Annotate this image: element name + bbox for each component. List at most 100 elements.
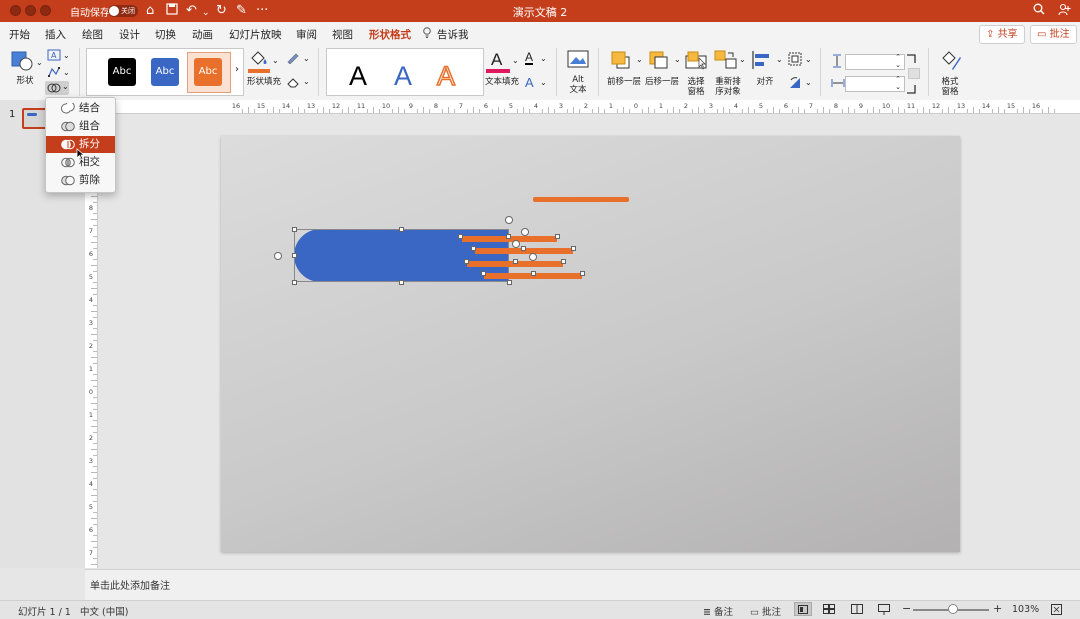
pen-icon[interactable] <box>286 52 300 67</box>
shape-style-blue[interactable]: Abc <box>151 58 179 86</box>
eraser-icon[interactable] <box>286 76 300 91</box>
text-box-icon[interactable]: A <box>47 49 61 64</box>
zoom-in-icon[interactable]: + <box>993 602 1002 615</box>
bring-forward-dropdown-icon[interactable]: ⌄ <box>636 55 643 64</box>
resize-handle-bl[interactable] <box>292 280 297 285</box>
outline-dropdown-icon[interactable]: ⌄ <box>303 54 310 63</box>
reorder-icon[interactable] <box>714 50 738 73</box>
share-button[interactable]: ⇪ 共享 <box>979 25 1025 44</box>
tab-draw[interactable]: 绘图 <box>82 27 103 42</box>
notes-toggle-button[interactable]: ≣ 备注 <box>703 604 733 618</box>
height-input[interactable]: ⌃ ⌄ <box>845 53 905 70</box>
shape-style-black[interactable]: Abc <box>108 58 136 86</box>
resize-handle[interactable] <box>531 271 536 276</box>
width-spin-down[interactable]: ⌄ <box>895 83 901 91</box>
resize-handle[interactable] <box>458 234 463 239</box>
edit-shape-icon[interactable] <box>47 66 61 81</box>
height-spin-down[interactable]: ⌄ <box>895 61 901 69</box>
reading-view-icon[interactable] <box>851 604 863 617</box>
resize-handle[interactable] <box>571 246 576 251</box>
group-icon[interactable] <box>788 52 802 69</box>
resize-handle[interactable] <box>513 259 518 264</box>
resize-handle-b[interactable] <box>399 280 404 285</box>
rotate-handle[interactable] <box>505 216 513 224</box>
rotate-handle-blue[interactable] <box>274 252 282 260</box>
edit-shape-dropdown-icon[interactable]: ⌄ <box>63 68 70 77</box>
tab-animations[interactable]: 动画 <box>192 27 213 42</box>
align-dropdown-icon[interactable]: ⌄ <box>776 55 783 64</box>
resize-handle-tl[interactable] <box>292 227 297 232</box>
orange-bar[interactable] <box>515 261 563 267</box>
rotate-dropdown-icon[interactable]: ⌄ <box>805 78 812 87</box>
notes-pane[interactable]: 单击此处添加备注 <box>85 569 1080 600</box>
zoom-level[interactable]: 103% <box>1012 604 1039 615</box>
resize-handle-br[interactable] <box>507 280 512 285</box>
resize-handle-t[interactable] <box>399 227 404 232</box>
lock-aspect-checkbox[interactable] <box>908 68 920 79</box>
resize-handle[interactable] <box>506 234 511 239</box>
height-spin-up[interactable]: ⌃ <box>895 53 901 61</box>
merge-shapes-button[interactable]: ⌄ <box>45 81 69 95</box>
menu-item-subtract[interactable]: 剪除 <box>46 172 115 189</box>
zoom-out-icon[interactable]: − <box>902 602 911 615</box>
tab-view[interactable]: 视图 <box>332 27 353 42</box>
text-outline-dropdown-icon[interactable]: ⌄ <box>540 54 547 63</box>
wordart-black[interactable]: A <box>349 61 367 91</box>
tab-slideshow[interactable]: 幻灯片放映 <box>229 27 282 42</box>
alt-text-icon[interactable] <box>567 50 589 71</box>
crop-icon[interactable] <box>906 54 916 67</box>
bring-forward-icon[interactable] <box>610 50 632 73</box>
text-fill-icon[interactable]: A <box>491 50 502 70</box>
orange-bar[interactable] <box>462 236 510 242</box>
rotate-handle[interactable] <box>512 240 520 248</box>
resize-handle[interactable] <box>580 271 585 276</box>
shapes-icon[interactable] <box>10 50 34 75</box>
menu-item-combine[interactable]: 组合 <box>46 118 115 135</box>
orange-bar[interactable] <box>475 248 525 254</box>
tab-home[interactable]: 开始 <box>9 27 30 42</box>
resize-handle[interactable] <box>521 246 526 251</box>
effects-dropdown-icon[interactable]: ⌄ <box>303 77 310 86</box>
orange-line-shape[interactable] <box>533 197 629 202</box>
tab-review[interactable]: 审阅 <box>296 27 317 42</box>
group-dropdown-icon[interactable]: ⌄ <box>805 55 812 64</box>
send-backward-dropdown-icon[interactable]: ⌄ <box>674 55 681 64</box>
comments-toggle-button[interactable]: ▭ 批注 <box>750 604 781 618</box>
selection-pane-icon[interactable] <box>685 50 707 73</box>
resize-handle[interactable] <box>471 246 476 251</box>
search-icon[interactable] <box>1033 3 1045 20</box>
text-effect-icon[interactable]: A <box>525 75 534 90</box>
format-pane-icon[interactable] <box>940 49 962 74</box>
resize-handle[interactable] <box>555 234 560 239</box>
orange-bar[interactable] <box>467 261 515 267</box>
text-effect-dropdown-icon[interactable]: ⌄ <box>540 78 547 87</box>
wordart-blue[interactable]: A <box>394 61 412 91</box>
language-status[interactable]: 中文 (中国) <box>80 604 128 618</box>
resize-handle[interactable] <box>464 259 469 264</box>
resize-handle[interactable] <box>481 271 486 276</box>
slide-sorter-icon[interactable] <box>823 604 835 617</box>
menu-item-union[interactable]: 结合 <box>46 100 115 117</box>
fit-slide-icon[interactable] <box>1051 604 1062 618</box>
resize-handle[interactable] <box>561 259 566 264</box>
slideshow-icon[interactable] <box>878 604 890 618</box>
shapes-dropdown-icon[interactable]: ⌄ <box>36 58 43 67</box>
align-icon[interactable] <box>751 50 773 73</box>
rotate-icon[interactable] <box>788 76 802 93</box>
reorder-dropdown-icon[interactable]: ⌄ <box>739 55 746 64</box>
tab-insert[interactable]: 插入 <box>45 27 66 42</box>
resize-handle-l[interactable] <box>292 253 297 258</box>
tab-design[interactable]: 设计 <box>119 27 140 42</box>
tab-shape-format[interactable]: 形状格式 <box>369 27 411 46</box>
normal-view-button[interactable] <box>794 602 812 616</box>
fill-dropdown-icon[interactable]: ⌄ <box>272 56 279 65</box>
width-spin-up[interactable]: ⌃ <box>895 75 901 83</box>
shape-style-orange[interactable]: Abc <box>194 58 222 86</box>
share-people-icon[interactable] <box>1058 3 1071 21</box>
text-box-dropdown-icon[interactable]: ⌄ <box>63 51 70 60</box>
send-backward-icon[interactable] <box>648 50 670 73</box>
slide-canvas[interactable] <box>221 136 960 552</box>
wordart-orange[interactable]: A <box>436 60 456 92</box>
rotate-handle[interactable] <box>521 228 529 236</box>
width-input[interactable]: ⌃ ⌄ <box>845 75 905 92</box>
